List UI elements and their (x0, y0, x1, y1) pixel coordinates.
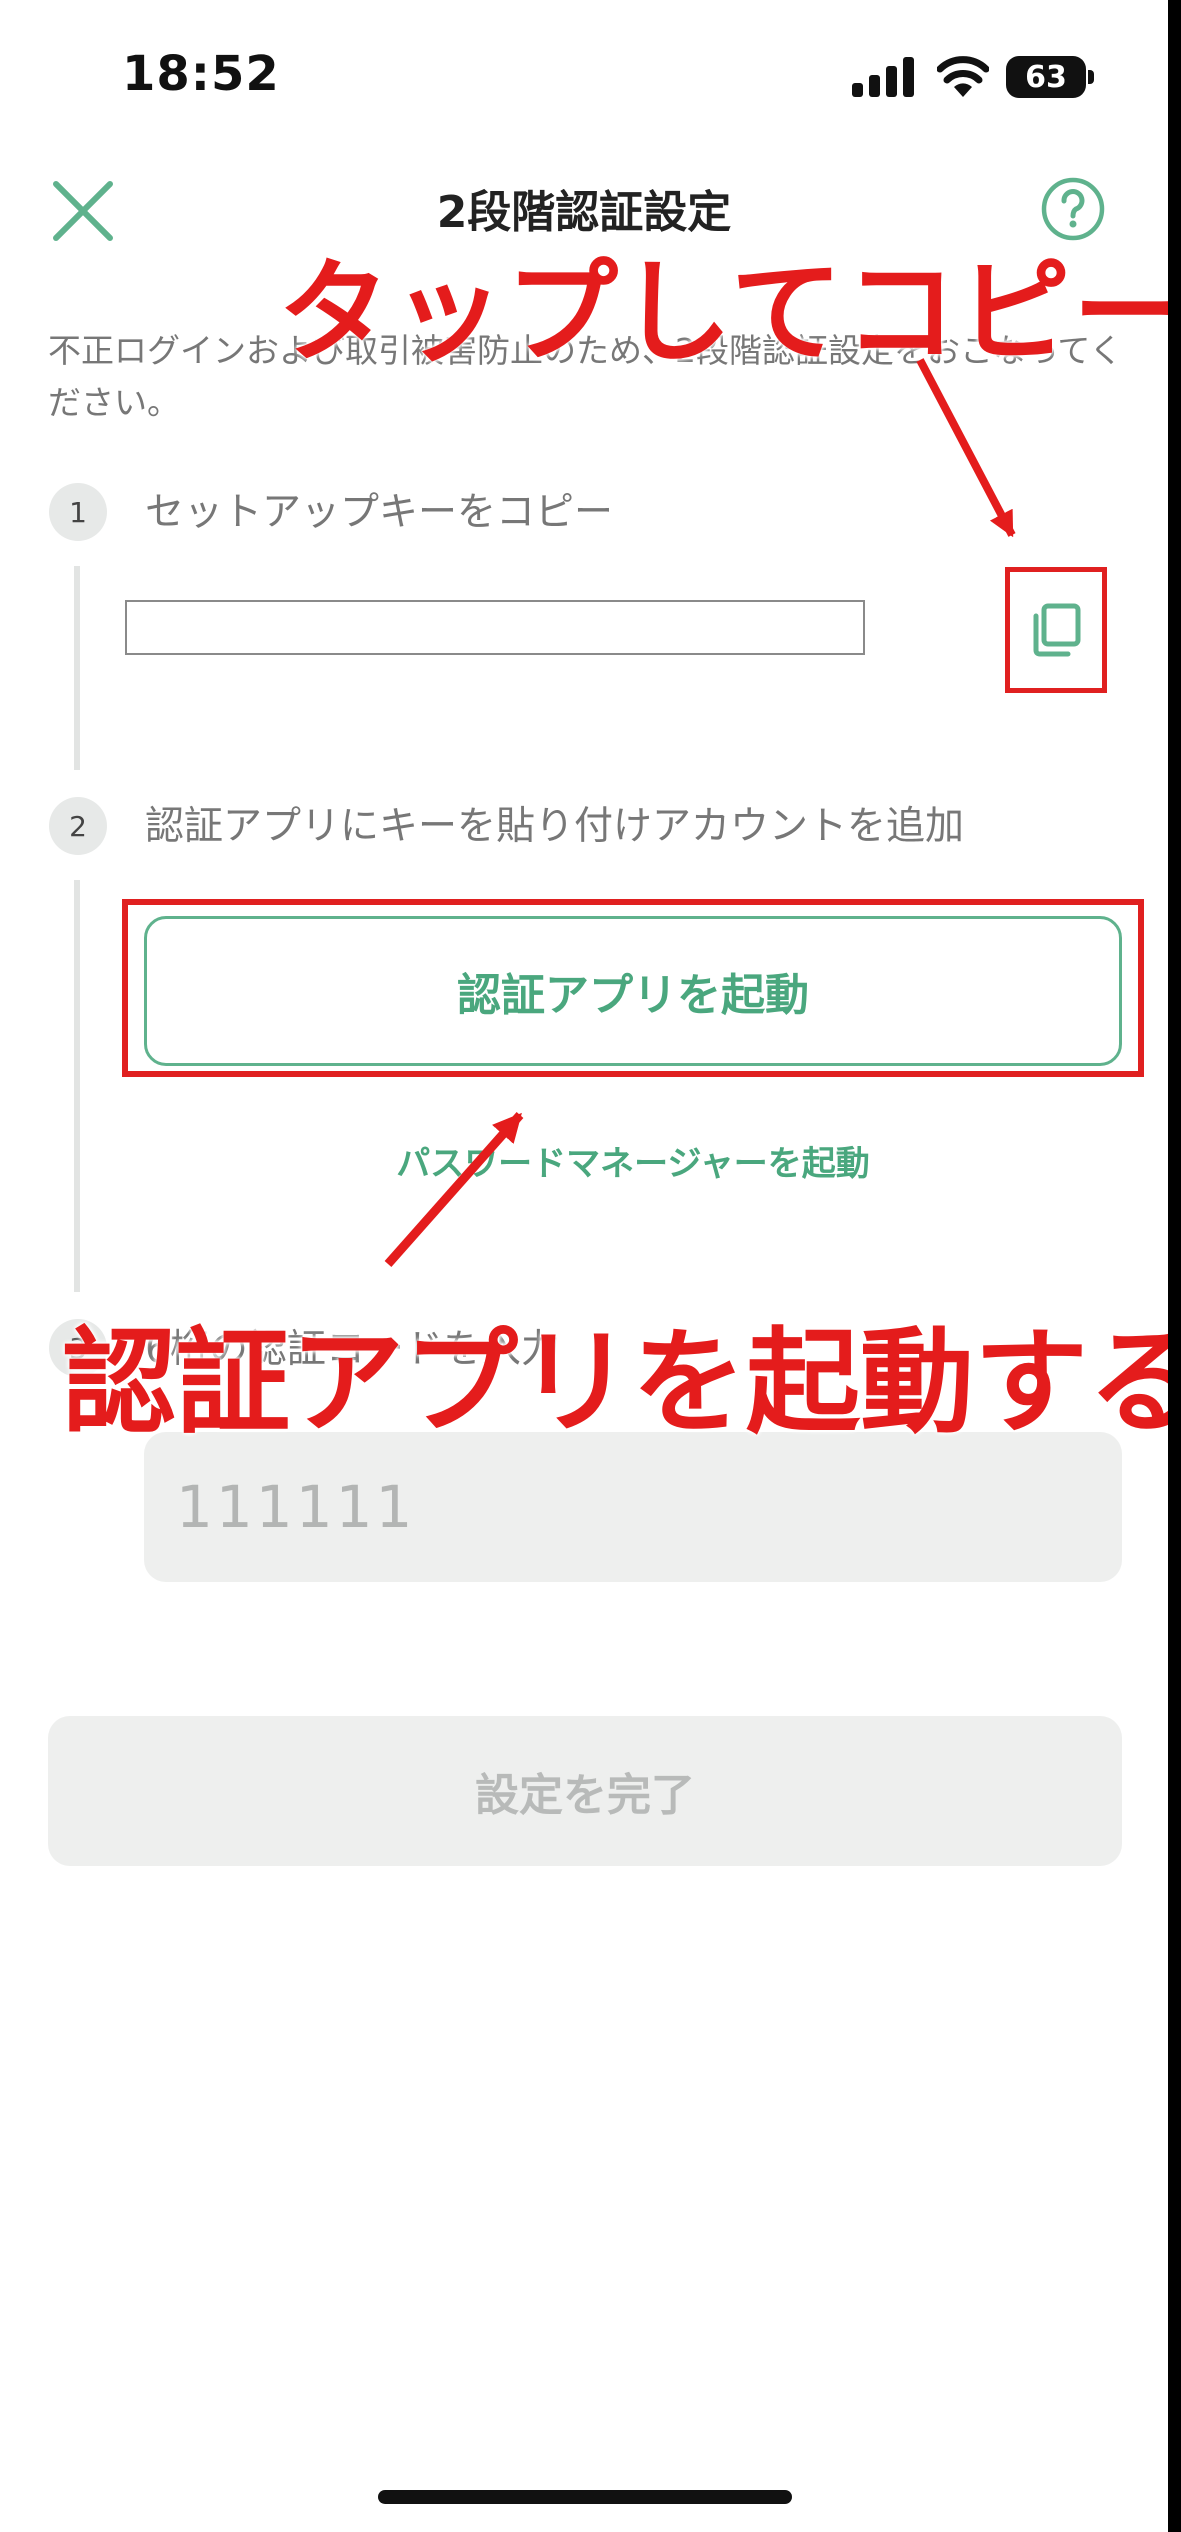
step-connector-1 (74, 566, 80, 770)
home-indicator (378, 2490, 792, 2504)
step-label-1: セットアップキーをコピー (145, 490, 614, 535)
step-number-2: 2 (49, 797, 107, 855)
wifi-icon (937, 56, 989, 97)
copy-icon (1033, 603, 1081, 657)
annotation-launch-app: 認証アプリを起動する (62, 1316, 1168, 1449)
setup-key-field[interactable] (125, 600, 865, 655)
launch-password-manager-link[interactable]: パスワードマネージャーを起動 (144, 1136, 1122, 1185)
complete-setup-button[interactable]: 設定を完了 (48, 1716, 1122, 1866)
step-label-2: 認証アプリにキーを貼り付けアカウントを追加 (145, 804, 965, 849)
status-time: 18:52 (122, 46, 280, 102)
signal-icon (852, 57, 914, 97)
battery-tip (1088, 70, 1094, 84)
screen: 18:52 63 2段階認証設定 不正ログインおよび取引被害防止のため、2段階認… (0, 0, 1168, 2532)
copy-button[interactable] (1005, 567, 1107, 693)
step-connector-2 (74, 880, 80, 1292)
highlight-box (122, 899, 1144, 1077)
battery-icon: 63 (1006, 56, 1086, 98)
step-number-1: 1 (49, 483, 107, 541)
annotation-tap-copy: タップしてコピー (278, 248, 1168, 378)
